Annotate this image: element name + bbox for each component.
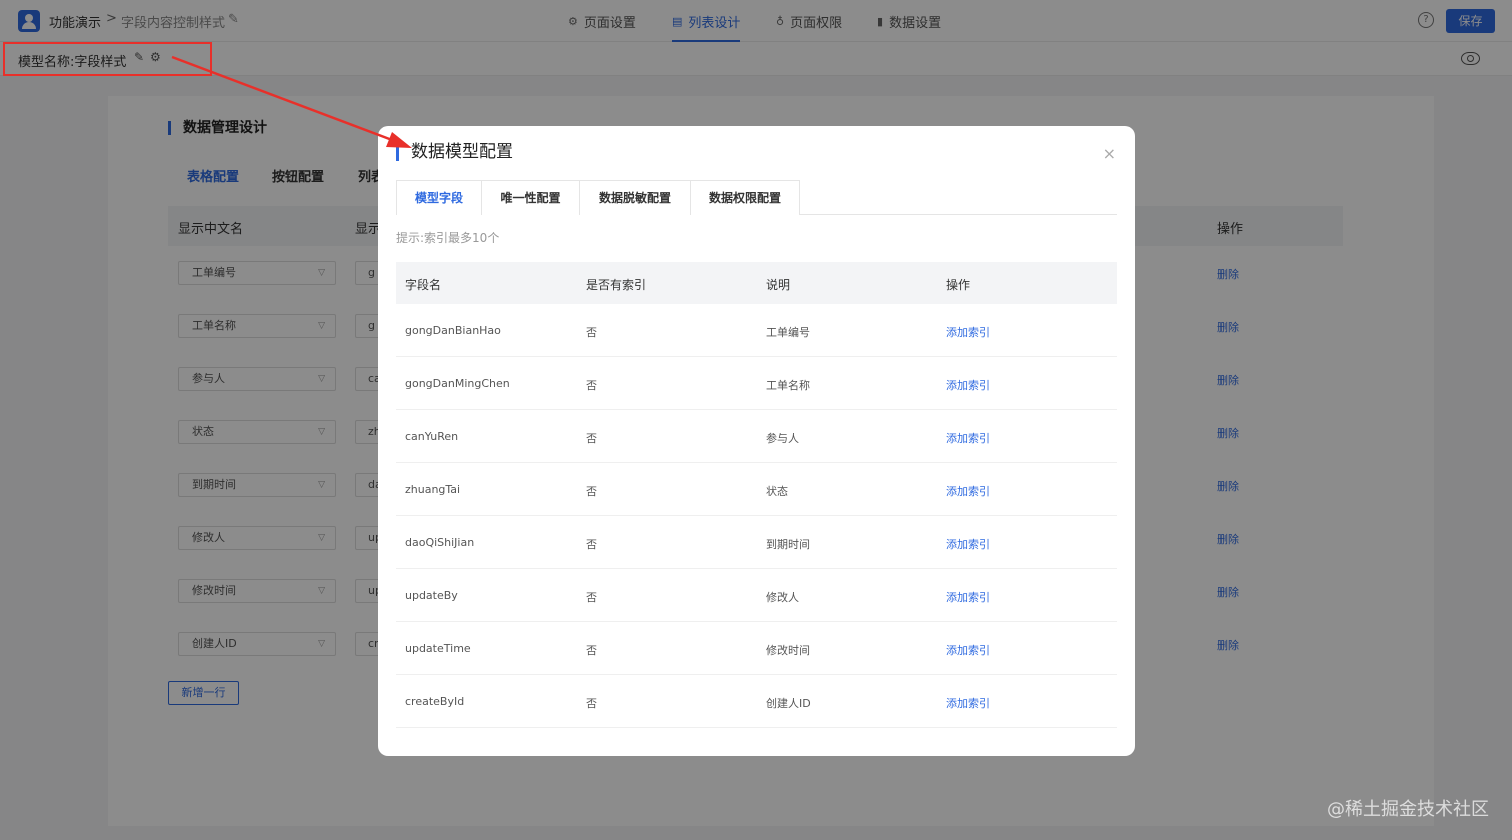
- annotation-arrow: [171, 55, 412, 148]
- watermark: @稀土掘金技术社区: [1327, 799, 1489, 820]
